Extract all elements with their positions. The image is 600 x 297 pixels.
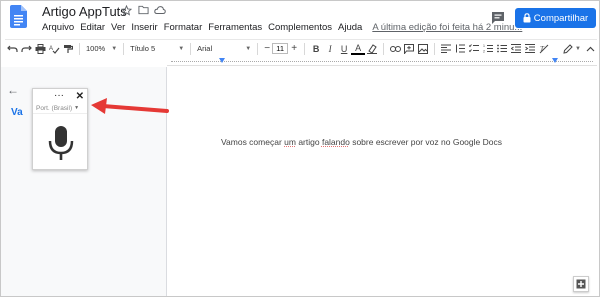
font-size-input[interactable]: 11 — [272, 43, 289, 54]
cloud-saved-icon[interactable] — [154, 4, 166, 16]
underline-icon[interactable]: U — [337, 41, 351, 57]
voice-typing-widget: ··· ✕ Port. (Brasil) ▼ — [32, 88, 88, 170]
align-left-icon[interactable] — [439, 41, 453, 57]
highlight-icon[interactable] — [365, 41, 379, 57]
checklist-icon[interactable] — [467, 41, 481, 57]
svg-text:1: 1 — [483, 44, 485, 48]
increase-indent-icon[interactable] — [523, 41, 537, 57]
star-icon[interactable] — [120, 4, 132, 16]
language-label: Port. (Brasil) — [36, 104, 73, 112]
bold-icon[interactable]: B — [309, 41, 323, 57]
chevron-down-icon: ▼ — [575, 45, 581, 52]
spelling-suggestion-word[interactable]: falando — [322, 137, 350, 147]
back-arrow-icon[interactable]: ← — [7, 83, 19, 97]
language-select[interactable]: Port. (Brasil) ▼ — [33, 103, 87, 114]
undo-icon[interactable] — [5, 41, 19, 57]
document-body-text[interactable]: Vamos começar um artigo falando sobre es… — [221, 137, 502, 147]
move-folder-icon[interactable] — [137, 4, 149, 16]
decrease-indent-icon[interactable] — [509, 41, 523, 57]
menu-ferramentas[interactable]: Ferramentas — [208, 22, 266, 33]
svg-text:2: 2 — [483, 50, 485, 54]
font-size-increase-button[interactable]: + — [288, 41, 300, 57]
explore-button[interactable] — [573, 276, 589, 292]
chevron-down-icon: ▼ — [111, 45, 118, 52]
share-label: Compartilhar — [533, 12, 589, 24]
toolbar-divider — [79, 42, 80, 55]
chevron-down-icon: ▼ — [178, 45, 185, 52]
font-select[interactable]: Arial ▼ — [195, 44, 253, 53]
toolbar-divider — [190, 42, 192, 55]
font-size-decrease-button[interactable]: − — [262, 41, 272, 57]
link-icon[interactable] — [388, 41, 402, 57]
menu-ajuda[interactable]: Ajuda — [338, 22, 366, 33]
lock-icon — [523, 13, 531, 23]
menu-editar[interactable]: Editar — [80, 22, 109, 33]
toolbar-divider — [383, 42, 385, 55]
editing-mode-select[interactable]: ▼ — [561, 41, 583, 57]
style-select[interactable]: Título 5 ▼ — [128, 44, 186, 53]
body-text-part: sobre escrever por voz no Google Docs — [349, 137, 502, 147]
font-value: Arial — [197, 44, 213, 53]
more-options-icon[interactable]: ··· — [54, 91, 64, 101]
menu-inserir[interactable]: Inserir — [131, 22, 161, 33]
line-spacing-icon[interactable] — [453, 41, 467, 57]
add-comment-icon[interactable] — [402, 41, 416, 57]
title-icons — [120, 4, 166, 16]
document-title[interactable]: Artigo AppTuts — [42, 4, 127, 19]
body-text-part: artigo — [295, 137, 322, 147]
insert-image-icon[interactable] — [416, 41, 430, 57]
voice-widget-header: ··· ✕ — [33, 89, 87, 103]
menu-arquivo[interactable]: Arquivo — [42, 22, 78, 33]
annotation-arrow — [91, 98, 169, 114]
toolbar-divider — [434, 42, 436, 55]
microphone-icon[interactable] — [48, 126, 74, 162]
menu-complementos[interactable]: Complementos — [268, 22, 336, 33]
explore-icon — [576, 279, 586, 289]
spelling-suggestion-word[interactable]: um — [284, 137, 296, 147]
right-indent-marker[interactable] — [552, 58, 558, 64]
spellcheck-icon[interactable]: A — [47, 41, 61, 57]
app-window: Artigo AppTuts Arquivo Editar Ver Inseri… — [0, 0, 600, 297]
header: Artigo AppTuts Arquivo Editar Ver Inseri… — [1, 1, 599, 37]
toolbar: A 100% ▼ Título 5 ▼ Arial ▼ − 11 + B I U A — [5, 39, 597, 57]
menu-bar: Arquivo Editar Ver Inserir Formatar Ferr… — [42, 22, 522, 33]
chevron-down-icon: ▼ — [74, 105, 80, 111]
share-button[interactable]: Compartilhar — [515, 8, 596, 28]
clear-formatting-icon[interactable]: T — [537, 41, 551, 57]
text-color-icon[interactable]: A — [351, 43, 366, 55]
left-indent-marker[interactable] — [219, 58, 225, 64]
menu-formatar[interactable]: Formatar — [164, 22, 207, 33]
italic-icon[interactable]: I — [323, 41, 337, 57]
ruler-ticks — [171, 61, 593, 63]
bulleted-list-icon[interactable] — [495, 41, 509, 57]
zoom-select[interactable]: 100% ▼ — [84, 44, 119, 53]
toolbar-divider — [123, 42, 125, 55]
body-text-part: Vamos começar — [221, 137, 285, 147]
menu-ver[interactable]: Ver — [111, 22, 129, 33]
svg-text:A: A — [49, 46, 53, 52]
collapse-menu-icon[interactable] — [583, 41, 597, 57]
pencil-icon — [563, 43, 573, 54]
paint-format-icon[interactable] — [61, 41, 75, 57]
comments-icon[interactable] — [490, 10, 506, 26]
close-icon[interactable]: ✕ — [76, 91, 84, 102]
outline-heading[interactable]: Va — [11, 107, 23, 118]
chevron-down-icon: ▼ — [245, 45, 252, 52]
docs-logo-icon[interactable] — [10, 5, 27, 28]
print-icon[interactable] — [33, 41, 47, 57]
style-value: Título 5 — [130, 44, 156, 53]
toolbar-divider — [304, 42, 306, 55]
zoom-value: 100% — [86, 44, 106, 53]
horizontal-ruler[interactable] — [167, 58, 597, 66]
toolbar-divider — [257, 42, 259, 55]
redo-icon[interactable] — [19, 41, 33, 57]
numbered-list-icon[interactable]: 12 — [481, 41, 495, 57]
